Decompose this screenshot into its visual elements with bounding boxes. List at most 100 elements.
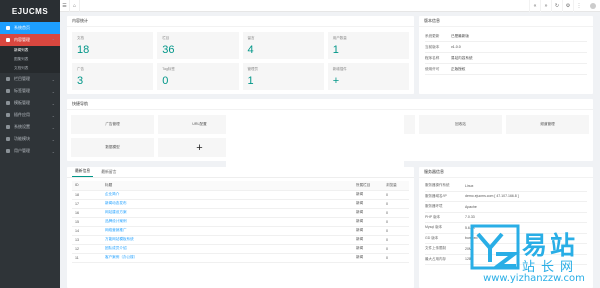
server-row: PHP 版本 7.0.33 [425, 213, 587, 223]
sidebar-subitem-images[interactable]: 图集列表 [0, 55, 60, 64]
col-id[interactable]: ID [72, 181, 102, 191]
server-key: GD 版本 [425, 235, 439, 240]
sidebar-item-template[interactable]: 模板管理 ⌄ [0, 97, 60, 109]
sidebar-item-content[interactable]: 内容管理 ⌃ [0, 34, 60, 46]
info-value: 已是最新版 [451, 33, 469, 38]
cell-views: 0 [383, 199, 409, 209]
sidebar-item-label: 功能模块 [14, 136, 30, 141]
sidebar-item-settings[interactable]: 系统设置 ⌄ [0, 121, 60, 133]
chevron-down-icon: ⌄ [51, 148, 55, 154]
cell-title-link[interactable]: 团队成员介绍 [102, 244, 353, 254]
sidebar-item-label: 模板管理 [14, 100, 30, 105]
top-bar: ☰ ⌂ « » ↻ ⚙ ⋮ [60, 0, 600, 12]
cell-id: 18 [72, 190, 102, 200]
blank-overlay [226, 115, 404, 173]
cell-category: 新闻 [353, 253, 383, 263]
sidebar-subitem-news[interactable]: 新闻列表 [0, 46, 60, 55]
stat-label: 广告 [77, 67, 84, 71]
menu-icon[interactable]: ☰ [60, 0, 70, 12]
list-icon [6, 77, 10, 81]
table-row: 13 万能网站模板系统 新闻 0 [72, 235, 409, 245]
stat-value: 4 [247, 44, 254, 56]
tab-latest-messages[interactable]: 最新留言 [98, 170, 119, 177]
prev-icon[interactable]: « [529, 0, 540, 12]
document-icon [6, 38, 10, 42]
chevron-down-icon: ⌄ [51, 76, 55, 82]
stat-label: 用户数量 [332, 36, 347, 40]
cell-category: 新闻 [353, 199, 383, 209]
stat-value: 1 [247, 75, 254, 87]
sidebar-item-plugins[interactable]: 插件应用 ⌄ [0, 109, 60, 121]
stat-card[interactable]: 广告 3 [72, 63, 154, 90]
plus-icon: + [332, 75, 340, 87]
sidebar-item-users[interactable]: 用户管理 ⌄ [0, 145, 60, 157]
quick-button[interactable]: 数据模型 [71, 138, 154, 157]
cell-title-link[interactable]: 新闻动态发布 [102, 199, 353, 209]
stat-label: Tag标签 [162, 67, 175, 71]
top-bar-actions: « » ↻ ⚙ ⋮ [529, 0, 600, 12]
chevron-down-icon: ⌄ [51, 88, 55, 94]
avatar[interactable] [590, 3, 596, 9]
refresh-icon[interactable]: ↻ [551, 0, 562, 12]
version-title: 版本信息 [419, 16, 593, 27]
cell-title-link[interactable]: 万能网站模板系统 [102, 235, 353, 245]
cell-id: 12 [72, 244, 102, 254]
sidebar-submenu: 新闻列表 图集列表 文档列表 [0, 46, 60, 73]
quick-nav-title: 快捷导航 [67, 99, 593, 110]
cell-views: 0 [383, 217, 409, 227]
col-category[interactable]: 所属栏目 [353, 181, 383, 191]
settings-icon[interactable]: ⚙ [562, 0, 573, 12]
server-title: 服务器信息 [419, 167, 593, 178]
info-key: 使用许可 [425, 66, 440, 71]
quick-button[interactable]: 回收站 [419, 115, 502, 134]
server-key: 文件上传限制 [425, 246, 446, 251]
next-icon[interactable]: » [540, 0, 551, 12]
quick-button[interactable]: 频道管理 [506, 115, 589, 134]
server-key: 最大占用内存 [425, 256, 446, 261]
cell-title-link[interactable]: 网站建设方案 [102, 208, 353, 218]
plugin-icon [6, 113, 10, 117]
cell-title-link[interactable]: 客户案例（办公楼） [102, 253, 353, 263]
sidebar-item-modules[interactable]: 功能模块 ⌄ [0, 133, 60, 145]
col-title[interactable]: 标题 [102, 181, 353, 191]
cell-category: 新闻 [353, 190, 383, 200]
stat-value: 0 [162, 75, 169, 87]
sidebar-item-column[interactable]: 栏目管理 ⌄ [0, 73, 60, 85]
home-icon[interactable]: ⌂ [70, 0, 80, 12]
stat-card[interactable]: 管理员 1 [242, 63, 324, 90]
cell-views: 0 [383, 208, 409, 218]
server-key: 服务器操作系统 [425, 183, 450, 188]
stat-label: 留言 [247, 36, 255, 40]
sidebar-item-home[interactable]: 系统首页 [0, 22, 60, 34]
stat-value: 18 [77, 44, 90, 56]
tab-latest-info[interactable]: 最新信息 [72, 169, 94, 177]
chevron-down-icon: ⌄ [51, 112, 55, 118]
sidebar-subitem-docs[interactable]: 文档列表 [0, 64, 60, 73]
stat-card-add-plugin[interactable]: 新增插件 + [327, 63, 409, 90]
stat-card[interactable]: 留言 4 [242, 32, 324, 59]
sidebar-item-label: 插件应用 [14, 112, 30, 117]
table-row: 11 客户案例（办公楼） 新闻 0 [72, 253, 409, 263]
app-logo[interactable]: EJUCMS [0, 0, 60, 22]
stat-label: 文档 [77, 36, 84, 40]
stat-value: 36 [162, 44, 175, 56]
content-panel: 最新信息 最新留言 ID 标题 所属栏目 浏览量 18 企业简介 新闻 0 17 新闻动… [67, 167, 414, 288]
stat-card[interactable]: 栏目 36 [157, 32, 239, 59]
stat-card[interactable]: 用户数量 1 [327, 32, 409, 59]
cell-category: 新闻 [353, 235, 383, 245]
stat-card[interactable]: Tag标签 0 [157, 63, 239, 90]
cell-title-link[interactable]: 网络营销推广 [102, 226, 353, 236]
chevron-down-icon: ⌄ [51, 124, 55, 130]
cell-title-link[interactable]: 企业简介 [102, 190, 353, 200]
sidebar-item-tags[interactable]: 标签管理 ⌄ [0, 85, 60, 97]
quick-button[interactable]: 广告管理 [71, 115, 154, 134]
cell-title-link[interactable]: 品牌设计案例 [102, 217, 353, 227]
cell-category: 新闻 [353, 244, 383, 254]
sidebar-item-label: 栏目管理 [14, 76, 30, 81]
more-icon[interactable]: ⋮ [573, 0, 584, 12]
version-panel: 版本信息 系统更新 已是最新版 当前版本 v1.0.0 程序名称 易站内容系统 使用许… [419, 16, 593, 94]
col-views[interactable]: 浏览量 [383, 181, 409, 191]
stat-card[interactable]: 文档 18 [72, 32, 154, 59]
cell-category: 新闻 [353, 217, 383, 227]
info-value: v1.0.0 [451, 45, 461, 49]
